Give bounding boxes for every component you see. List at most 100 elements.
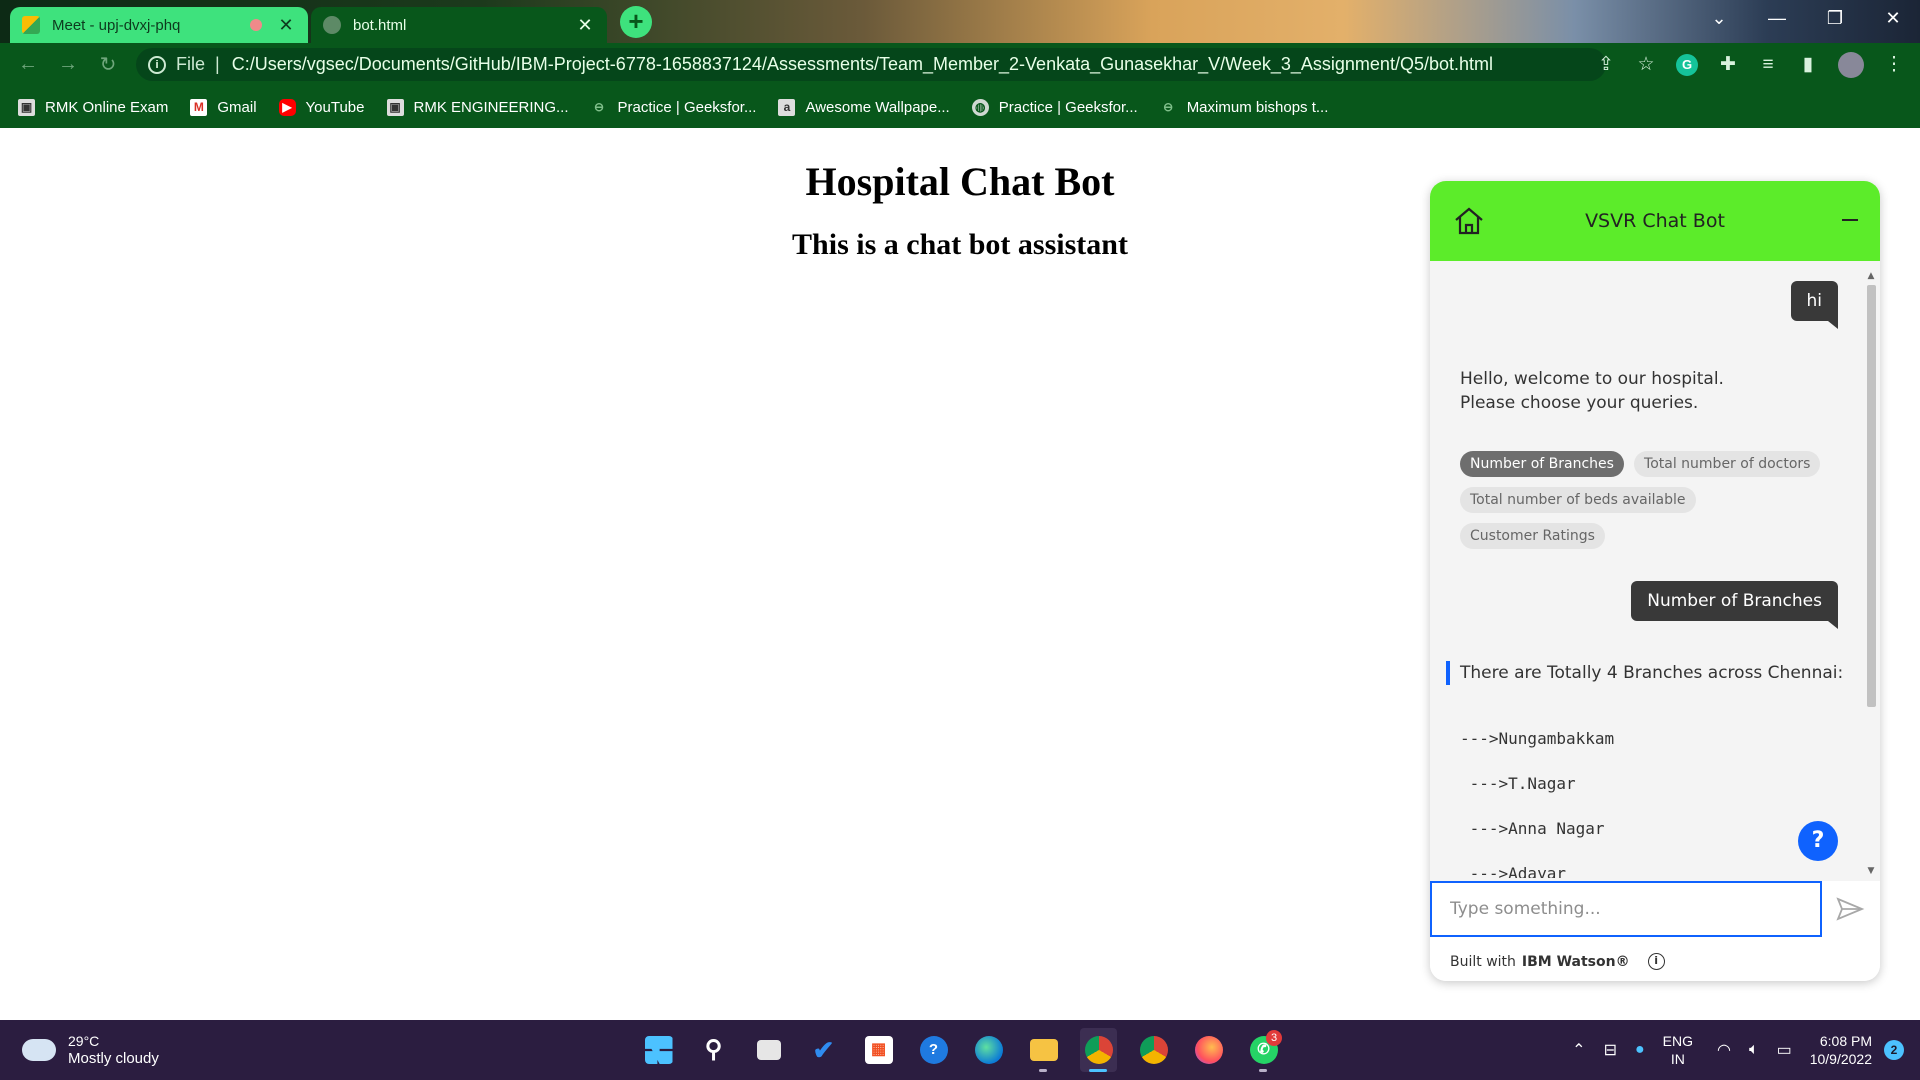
address-toolbar: ← → ↻ i File | C:/Users/vgsec/Documents/… (0, 43, 1920, 86)
tab-meet[interactable]: Meet - upj-dvxj-phq ✕ (10, 7, 308, 43)
running-indicator (1039, 1069, 1047, 1072)
chat-widget: VSVR Chat Bot hi Hello, welcome to our h… (1430, 181, 1880, 981)
menu-kebab-icon[interactable]: ⋮ (1884, 53, 1904, 76)
taskbar-firefox[interactable] (1190, 1028, 1227, 1072)
todo-check-icon: ✔ (812, 1035, 835, 1065)
site-info-icon[interactable]: i (148, 55, 166, 74)
close-tab-icon[interactable]: ✕ (575, 15, 595, 36)
bookmark-geeksforgeeks-practice[interactable]: ⊖ Practice | Geeksfor... (591, 99, 756, 116)
rmk-engg-icon: ▣ (386, 98, 404, 116)
reload-icon[interactable]: ↻ (88, 52, 128, 77)
bookmark-label: YouTube (305, 98, 365, 116)
home-icon[interactable] (1452, 205, 1486, 237)
info-icon[interactable]: i (1647, 953, 1665, 970)
address-bar[interactable]: i File | C:/Users/vgsec/Documents/GitHub… (136, 48, 1606, 81)
chat-scrollbar[interactable]: ▲ ▼ (1864, 271, 1878, 876)
bookmark-youtube[interactable]: ▶ YouTube (278, 98, 365, 116)
restore-icon[interactable]: ❐ (1806, 0, 1864, 36)
new-tab-button[interactable]: + (620, 6, 652, 38)
branch-item: --->Anna Nagar (1460, 819, 1605, 838)
taskbar-store[interactable]: ▦ (860, 1028, 897, 1072)
option-number-of-branches[interactable]: Number of Branches (1460, 451, 1624, 477)
url-text[interactable]: C:/Users/vgsec/Documents/GitHub/IBM-Proj… (232, 54, 1493, 75)
taskbar-whatsapp[interactable]: ✆ 3 (1245, 1028, 1282, 1072)
battery-icon[interactable]: ▭ (1777, 1040, 1792, 1060)
notification-badge[interactable]: 2 (1884, 1040, 1904, 1060)
scheme-label: File (176, 54, 206, 74)
close-tab-icon[interactable]: ✕ (276, 15, 296, 36)
taskbar-task-view[interactable] (750, 1028, 787, 1072)
branch-item: --->Nungambakkam (1460, 729, 1615, 748)
task-view-icon (756, 1040, 781, 1060)
folder-icon (1029, 1039, 1058, 1061)
taskbar-search[interactable]: ⚲ (695, 1028, 732, 1072)
bookmark-label: Awesome Wallpape... (805, 98, 950, 116)
language-indicator[interactable]: ENG IN (1663, 1032, 1693, 1068)
close-window-icon[interactable]: ✕ (1864, 0, 1920, 36)
bookmark-rmk-engineering[interactable]: ▣ RMK ENGINEERING... (386, 98, 569, 116)
option-customer-ratings[interactable]: Customer Ratings (1460, 523, 1605, 549)
taskbar-todo[interactable]: ✔ (805, 1028, 842, 1072)
gmail-icon: M (190, 98, 208, 116)
rmk-icon: ▣ (18, 98, 35, 116)
windows-taskbar: 29°C Mostly cloudy ⚲ ✔ ▦ ? ✆ 3 ⌃ ⊟ ● ENG… (0, 1020, 1920, 1080)
option-total-beds[interactable]: Total number of beds available (1460, 487, 1696, 513)
cloudy-weather-icon (22, 1039, 56, 1061)
wifi-icon[interactable]: ◠ (1717, 1040, 1731, 1060)
chat-message-input[interactable] (1430, 881, 1822, 937)
taskbar-file-explorer[interactable] (1025, 1028, 1062, 1072)
language-code: ENG (1662, 1033, 1693, 1049)
temperature-text: 29°C (68, 1033, 100, 1049)
chat-title: VSVR Chat Bot (1585, 210, 1725, 232)
tab-search-icon[interactable]: ⌄ (1690, 0, 1748, 36)
bookmark-awesome-wallpapers[interactable]: a Awesome Wallpape... (778, 98, 950, 116)
tab-bot-html[interactable]: bot.html ✕ (311, 7, 607, 43)
scroll-down-arrow-icon[interactable]: ▼ (1864, 866, 1878, 876)
minimize-chat-icon[interactable] (1842, 219, 1858, 221)
bot-greeting: Hello, welcome to our hospital. Please c… (1460, 367, 1724, 415)
running-indicator (1089, 1069, 1107, 1072)
help-button[interactable]: ? (1798, 821, 1838, 861)
grammarly-icon[interactable]: G (1676, 53, 1698, 76)
browser-tab-strip: Meet - upj-dvxj-phq ✕ bot.html ✕ + ⌄ — ❐… (0, 0, 1920, 43)
media-control-icon[interactable]: ≡ (1758, 54, 1778, 76)
bookmark-practice-2[interactable]: ◍ Practice | Geeksfor... (971, 98, 1138, 116)
bookmark-rmk-online-exam[interactable]: ▣ RMK Online Exam (18, 98, 168, 116)
extensions-puzzle-icon[interactable]: ✚ (1718, 53, 1738, 76)
taskbar-edge[interactable] (970, 1028, 1007, 1072)
youtube-icon: ▶ (278, 98, 296, 116)
region-code: IN (1670, 1051, 1685, 1067)
display-icon[interactable]: ⊟ (1604, 1040, 1617, 1060)
system-tray: ⌃ ⊟ ● ENG IN ◠ 🔈︎ ▭ 6:08 PM 10/9/2022 2 (1572, 1020, 1920, 1080)
time-text: 6:08 PM (1819, 1033, 1872, 1049)
taskbar-chrome[interactable] (1135, 1028, 1172, 1072)
clock[interactable]: 6:08 PM 10/9/2022 (1810, 1032, 1872, 1068)
scroll-thumb[interactable] (1867, 285, 1876, 707)
bookmark-label: Maximum bishops t... (1186, 98, 1329, 116)
microphone-icon[interactable]: ● (1635, 1041, 1645, 1059)
minimize-icon[interactable]: — (1748, 0, 1806, 36)
chevron-up-icon[interactable]: ⌃ (1572, 1040, 1585, 1060)
start-button[interactable] (640, 1028, 677, 1072)
wallpaper-icon: a (778, 98, 796, 116)
scroll-up-arrow-icon[interactable]: ▲ (1864, 271, 1878, 281)
volume-icon[interactable]: 🔈︎ (1749, 1041, 1759, 1059)
chat-input-area: Built with IBM Watson® i (1430, 881, 1880, 981)
side-panel-icon[interactable]: ▮ (1798, 53, 1818, 76)
forward-arrow-icon[interactable]: → (48, 53, 88, 76)
chat-header: VSVR Chat Bot (1430, 181, 1880, 261)
bookmark-maximum-bishops[interactable]: ⊖ Maximum bishops t... (1160, 98, 1329, 116)
back-arrow-icon[interactable]: ← (8, 53, 48, 76)
profile-avatar-icon[interactable] (1838, 51, 1864, 78)
bookmark-star-icon[interactable]: ☆ (1636, 53, 1656, 76)
taskbar-chrome-active[interactable] (1080, 1028, 1117, 1072)
weather-widget[interactable]: 29°C Mostly cloudy (22, 1032, 159, 1068)
bookmark-gmail[interactable]: M Gmail (190, 98, 257, 116)
send-icon[interactable] (1832, 893, 1866, 925)
share-icon[interactable]: ⇪ (1596, 53, 1616, 76)
taskbar-help[interactable]: ? (915, 1028, 952, 1072)
chat-messages[interactable]: hi Hello, welcome to our hospital. Pleas… (1430, 261, 1880, 881)
bookmarks-bar: ▣ RMK Online Exam M Gmail ▶ YouTube ▣ RM… (0, 86, 1920, 128)
option-total-doctors[interactable]: Total number of doctors (1634, 451, 1821, 477)
quick-reply-options: Number of Branches Total number of docto… (1460, 451, 1840, 559)
